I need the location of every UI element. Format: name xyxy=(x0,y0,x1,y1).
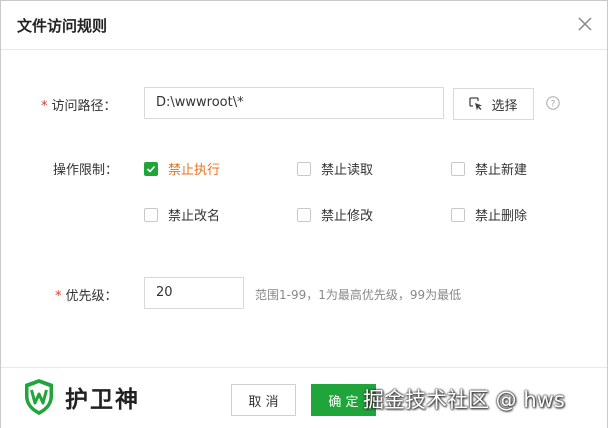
checkbox-box xyxy=(297,207,311,222)
checkbox-forbid-execute[interactable]: 禁止执行 xyxy=(144,159,220,178)
close-icon xyxy=(578,17,592,31)
ops-label: 操作限制： xyxy=(53,163,119,178)
svg-text:?: ? xyxy=(551,100,556,110)
required-mark: * xyxy=(41,99,48,114)
checkbox-box xyxy=(144,161,158,176)
checkbox-box xyxy=(297,161,311,176)
checkbox-forbid-delete[interactable]: 禁止删除 xyxy=(451,205,527,224)
checkbox-label: 禁止读取 xyxy=(321,163,374,178)
required-mark: * xyxy=(55,289,62,304)
file-access-rule-dialog: 文件访问规则 * 访问路径： D:\wwwroot\* 选择 ? 操作限制： 禁止… xyxy=(0,0,608,428)
checkbox-label: 禁止删除 xyxy=(475,209,528,224)
priority-label: * 优先级： xyxy=(55,285,118,304)
dialog-title: 文件访问规则 xyxy=(17,17,108,35)
close-button[interactable] xyxy=(575,14,595,34)
checkbox-box xyxy=(144,207,158,222)
help-icon[interactable]: ? xyxy=(546,96,560,110)
checkbox-forbid-modify[interactable]: 禁止修改 xyxy=(297,205,373,224)
checkbox-label: 禁止修改 xyxy=(321,209,374,224)
brand-name: 护卫神 xyxy=(65,387,140,413)
path-input[interactable]: D:\wwwroot\* xyxy=(144,87,444,119)
priority-input[interactable]: 20 xyxy=(144,277,244,309)
dialog-header: 文件访问规则 xyxy=(1,1,607,50)
checkbox-label: 禁止改名 xyxy=(168,209,221,224)
checkbox-label: 禁止执行 xyxy=(168,163,221,178)
cancel-button[interactable]: 取 消 xyxy=(231,384,296,416)
priority-hint: 范围1-99，1为最高优先级，99为最低 xyxy=(255,288,462,302)
checkbox-label: 禁止新建 xyxy=(475,163,528,178)
path-label: * 访问路径： xyxy=(41,95,117,114)
watermark-text: 掘金技术社区 @ hws xyxy=(363,388,565,412)
path-label-text: 访问路径： xyxy=(51,99,117,114)
checkbox-forbid-read[interactable]: 禁止读取 xyxy=(297,159,373,178)
checkbox-box xyxy=(451,161,465,176)
shield-w-logo-icon xyxy=(25,379,53,415)
check-icon xyxy=(146,165,156,173)
checkbox-forbid-create[interactable]: 禁止新建 xyxy=(451,159,527,178)
checkbox-forbid-rename[interactable]: 禁止改名 xyxy=(144,205,220,224)
brand-logo: 护卫神 xyxy=(23,378,140,416)
priority-label-text: 优先级： xyxy=(65,289,118,304)
checkbox-box xyxy=(451,207,465,222)
cursor-select-icon xyxy=(469,97,483,111)
select-path-button[interactable]: 选择 xyxy=(453,88,534,120)
select-path-label: 选择 xyxy=(491,98,518,114)
